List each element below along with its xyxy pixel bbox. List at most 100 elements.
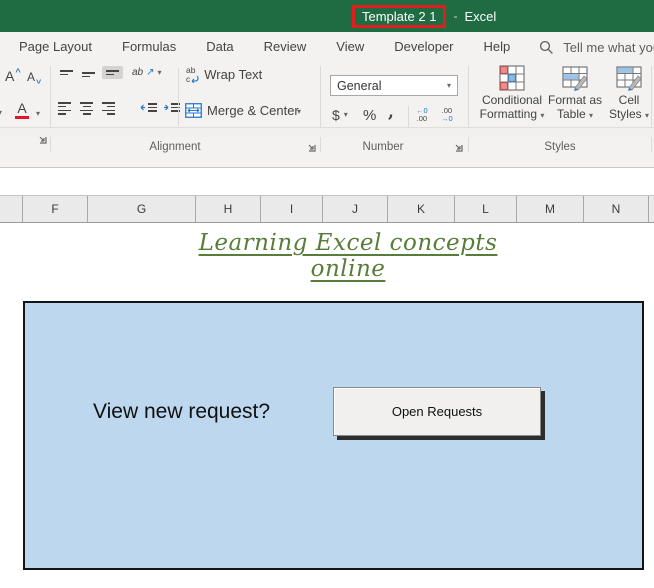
column-header-partial[interactable]: [649, 196, 654, 222]
format-as-table-label: Format as Table ▾: [548, 94, 602, 122]
column-header[interactable]: K: [388, 196, 455, 222]
merge-center-icon: [185, 103, 202, 118]
bottom-align-button[interactable]: [102, 66, 123, 79]
shrink-font-button[interactable]: A^: [27, 71, 41, 83]
number-dialog-launcher-icon[interactable]: [452, 141, 464, 153]
increase-decimal-icon: ←0 .00: [416, 107, 428, 124]
middle-align-button[interactable]: [82, 72, 95, 77]
percent-icon: %: [363, 107, 376, 124]
top-align-button[interactable]: [60, 70, 73, 75]
label-text: Cell Styles: [609, 93, 642, 121]
tab-formulas[interactable]: Formulas: [107, 32, 191, 62]
search-placeholder: Tell me what you w: [563, 40, 654, 55]
accounting-format-button[interactable]: $ ▾: [332, 107, 348, 123]
grow-font-glyph: A: [5, 69, 14, 83]
tab-help[interactable]: Help: [469, 32, 526, 62]
arrow-right-icon: [163, 102, 169, 113]
grow-font-button[interactable]: A^: [5, 69, 21, 83]
chevron-down-icon: ▾: [158, 69, 162, 77]
format-as-table-button[interactable]: Format as Table ▾: [548, 65, 602, 122]
decrease-decimal-button[interactable]: .00 →0: [441, 107, 453, 124]
column-header-row: F G H I J K L M N: [0, 195, 654, 223]
tab-data[interactable]: Data: [191, 32, 248, 62]
arrow-left-icon: [140, 102, 146, 113]
alignment-dialog-launcher-icon[interactable]: [305, 141, 317, 153]
column-header[interactable]: N: [584, 196, 649, 222]
merge-center-label: Merge & Center: [207, 103, 299, 118]
tell-me-search[interactable]: Tell me what you w: [539, 40, 654, 55]
column-header[interactable]: H: [196, 196, 261, 222]
top-align-icon: [60, 70, 73, 75]
chevron-down-icon: ▾: [36, 110, 40, 118]
sheet-heading: Learning Excel concepts online: [173, 230, 523, 282]
worksheet-area[interactable]: Learning Excel concepts online View new …: [0, 223, 654, 588]
percent-style-button[interactable]: %: [363, 107, 376, 124]
formula-bar[interactable]: [0, 168, 654, 195]
border-dropdown-fragment[interactable]: ▾: [0, 109, 2, 117]
comma-style-button[interactable]: ,: [388, 102, 394, 122]
font-color-dropdown[interactable]: ▾: [36, 110, 40, 118]
align-center-button[interactable]: [80, 102, 93, 115]
column-header[interactable]: I: [261, 196, 323, 222]
align-right-icon: [102, 102, 115, 115]
align-left-button[interactable]: [58, 102, 71, 115]
ribbon-content: A^ A^ ▾ A ▾ ab ↗: [0, 62, 654, 157]
tab-review[interactable]: Review: [249, 32, 322, 62]
middle-align-icon: [82, 72, 95, 77]
wrap-text-button[interactable]: ab c Wrap Text: [186, 66, 262, 83]
chevron-down-icon: ▾: [297, 108, 301, 116]
wrap-arrow-icon: [190, 75, 199, 83]
align-right-button[interactable]: [102, 102, 115, 115]
orientation-button[interactable]: ab ↗ ▾: [132, 68, 162, 78]
group-separator: [468, 66, 469, 152]
cell-styles-label: Cell Styles ▾: [606, 94, 652, 122]
column-header[interactable]: M: [517, 196, 584, 222]
ribbon-bottom-strip: [0, 127, 654, 137]
window-title: Template 2 1 - Excel: [352, 0, 496, 32]
conditional-formatting-button[interactable]: Conditional Formatting ▾: [478, 65, 546, 122]
label-text: Conditional Formatting: [480, 93, 542, 121]
cell-styles-icon: [616, 65, 642, 91]
chevron-down-icon: ▾: [589, 111, 593, 120]
caret-down-icon: ^: [36, 75, 41, 84]
label-text: Format as Table: [548, 93, 602, 121]
tab-developer[interactable]: Developer: [379, 32, 468, 62]
view-request-prompt: View new request?: [93, 400, 270, 424]
indent-bars-icon: [148, 103, 161, 112]
chevron-down-icon: ▾: [540, 111, 544, 120]
increase-decimal-button[interactable]: ←0 .00: [416, 107, 428, 124]
font-color-button[interactable]: A: [15, 101, 29, 119]
group-separator: [651, 66, 652, 152]
font-color-swatch: [15, 116, 29, 119]
group-separator: [320, 66, 321, 152]
column-header[interactable]: J: [323, 196, 388, 222]
increase-indent-button[interactable]: [163, 102, 184, 113]
column-header-partial[interactable]: [0, 196, 23, 222]
window-titlebar: Template 2 1 - Excel: [0, 0, 654, 32]
bottom-align-icon: [106, 70, 119, 75]
column-header[interactable]: G: [88, 196, 196, 222]
decrease-decimal-icon: .00 →0: [441, 107, 453, 124]
orientation-icon: ab: [132, 68, 143, 78]
comma-icon: ,: [388, 102, 394, 122]
align-left-icon: [58, 102, 71, 115]
open-requests-button[interactable]: Open Requests: [333, 387, 541, 436]
inc-decimal-bottom: .00: [416, 115, 428, 123]
number-format-select[interactable]: General ▾: [330, 75, 458, 96]
shrink-font-glyph: A: [27, 71, 35, 83]
title-separator: -: [453, 9, 457, 23]
format-as-table-icon: [562, 65, 588, 91]
tab-page-layout[interactable]: Page Layout: [4, 32, 107, 62]
tab-view[interactable]: View: [321, 32, 379, 62]
alignment-group-label: Alignment: [120, 141, 230, 153]
chevron-down-icon: ▾: [447, 82, 451, 90]
decrease-indent-button[interactable]: [140, 102, 161, 113]
cell-styles-button[interactable]: Cell Styles ▾: [606, 65, 652, 122]
merge-center-dropdown[interactable]: ▾: [297, 108, 301, 116]
merge-center-button[interactable]: Merge & Center: [185, 103, 299, 118]
request-panel: View new request? Open Requests: [23, 301, 644, 570]
highlighted-document-title: Template 2 1: [352, 5, 446, 28]
column-header[interactable]: L: [455, 196, 517, 222]
chevron-down-icon: ▾: [0, 109, 2, 117]
column-header[interactable]: F: [23, 196, 88, 222]
